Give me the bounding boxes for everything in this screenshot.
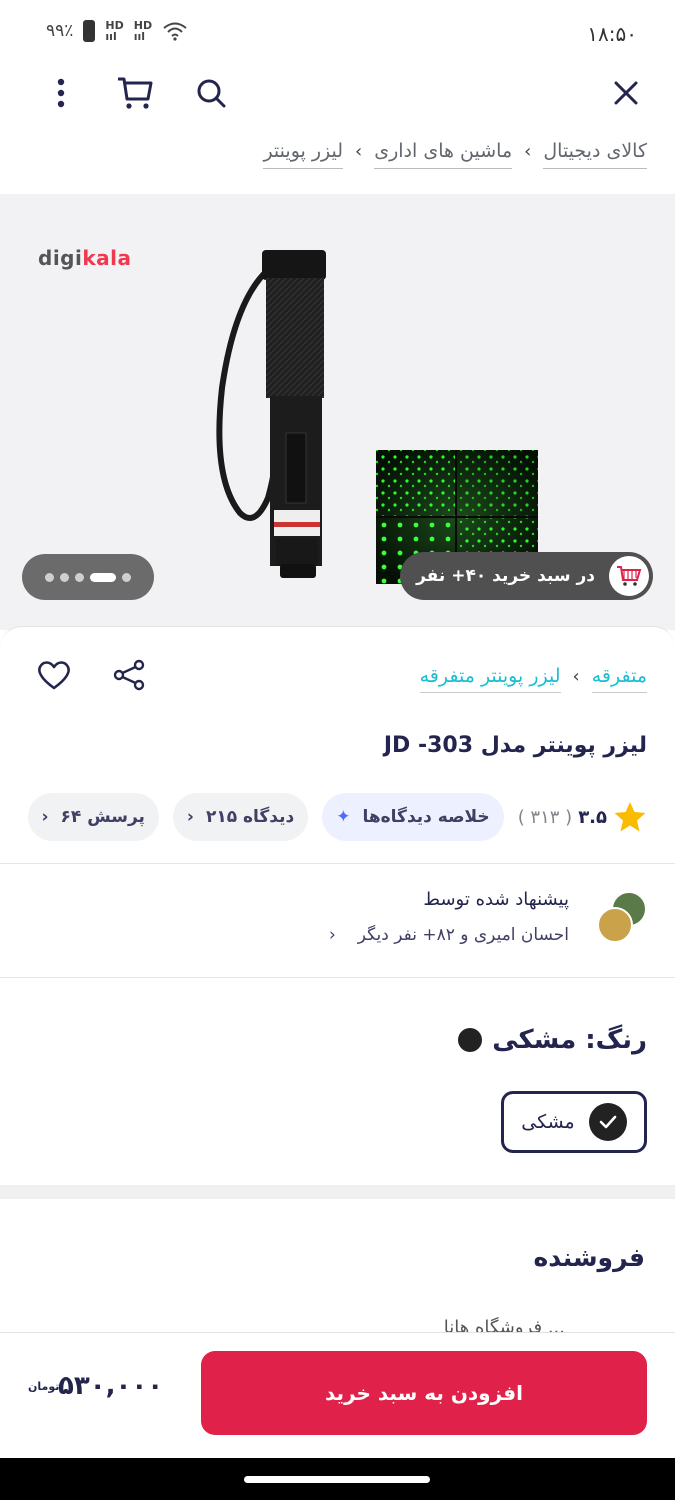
- status-bar: ۹۹٪ HD ııl HD ııl ۱۸:۵۰: [0, 0, 675, 62]
- top-toolbar: [0, 62, 675, 124]
- category-breadcrumb: متفرقه ‹ لیزر پوینتر متفرقه: [419, 665, 647, 693]
- more-options-button[interactable]: [40, 72, 82, 114]
- product-image: [216, 250, 538, 584]
- close-icon: [614, 81, 638, 105]
- rating-count: ( ۳۱۳ ): [517, 806, 573, 828]
- product-info-sheet: متفرقه ‹ لیزر پوینتر متفرقه لیزر پوینتر …: [0, 626, 675, 1366]
- search-icon: [197, 79, 226, 108]
- rating[interactable]: ۳.۵ ( ۳۱۳ ): [518, 801, 647, 833]
- reviews-summary-chip[interactable]: خلاصه دیدگاه‌ها ✦: [322, 793, 504, 841]
- pager-dot-active: [90, 572, 116, 582]
- search-button[interactable]: [190, 72, 232, 114]
- breadcrumb-item[interactable]: کالای دیجیتال: [543, 140, 647, 169]
- battery-icon: [83, 20, 96, 42]
- system-nav-bar: [0, 1458, 675, 1500]
- section-separator: [0, 1185, 675, 1199]
- reviews-summary-label: خلاصه دیدگاه‌ها: [362, 807, 490, 827]
- divider: [0, 977, 675, 978]
- signal-icon: HD ııl: [105, 19, 124, 43]
- breadcrumb-item[interactable]: لیزر پوینتر: [263, 140, 344, 169]
- check-icon: [588, 1103, 627, 1141]
- product-meta-chips: ۳.۵ ( ۳۱۳ ) خلاصه دیدگاه‌ها ✦ ۲۱۵ دیدگاه…: [27, 793, 647, 841]
- chevron-left-icon: ‹: [572, 666, 580, 687]
- star-icon: [614, 802, 646, 832]
- currency-label: تومان: [28, 1379, 60, 1393]
- recommended-by-row[interactable]: پیشنهاد شده توسط احسان امیری و ۸۲+ نفر د…: [27, 889, 647, 979]
- share-icon: [113, 659, 145, 691]
- sparkle-icon: ✦: [336, 807, 351, 827]
- add-to-cart-button[interactable]: افزودن به سبد خرید: [201, 1351, 647, 1435]
- pager-dot: [60, 572, 69, 582]
- comments-label: ۲۱۵ دیدگاه: [205, 807, 295, 827]
- status-icons: ۹۹٪ HD ııl HD ııl: [46, 20, 188, 42]
- seller-heading: فروشنده: [533, 1243, 645, 1272]
- avatar: [597, 907, 633, 943]
- category-link[interactable]: لیزر پوینتر متفرقه: [419, 665, 561, 693]
- close-button[interactable]: [605, 72, 647, 114]
- battery-percent: ۹۹٪: [46, 21, 74, 41]
- price-amount: ۵۳۰,۰۰۰: [58, 1371, 164, 1401]
- image-pager[interactable]: [22, 554, 154, 600]
- avatar-stack: [597, 891, 647, 947]
- selected-color: رنگ: مشکی: [458, 1025, 647, 1055]
- color-option-label: مشکی: [521, 1111, 575, 1133]
- category-link[interactable]: متفرقه: [591, 665, 647, 693]
- favorite-button[interactable]: [36, 659, 72, 695]
- bottom-action-bar: افزودن به سبد خرید تومان ۵۳۰,۰۰۰: [0, 1332, 675, 1458]
- breadcrumb-item[interactable]: ماشین های اداری: [374, 140, 513, 169]
- more-vert-icon: [57, 78, 65, 108]
- wifi-icon: [163, 22, 187, 41]
- cart-icon: [118, 77, 153, 109]
- signal-icon: HD ııl: [133, 19, 153, 43]
- breadcrumb: کالای دیجیتال ‹ ماشین های اداری ‹ لیزر پ…: [263, 140, 647, 169]
- home-handle[interactable]: [244, 1476, 430, 1483]
- cart-button[interactable]: [114, 72, 156, 114]
- comments-chip[interactable]: ۲۱۵ دیدگاه ›: [172, 793, 309, 841]
- color-swatch: [458, 1028, 483, 1052]
- color-option-black[interactable]: مشکی: [501, 1091, 647, 1153]
- product-gallery[interactable]: digikala در سبد خرید ۴۰+ نفر: [0, 194, 675, 630]
- share-button[interactable]: [112, 659, 146, 695]
- questions-label: ۶۴ پرسش: [60, 807, 145, 827]
- chevron-left-icon: ‹: [524, 141, 532, 162]
- pager-dot: [122, 572, 131, 582]
- clock: ۱۸:۵۰: [587, 22, 637, 46]
- chevron-left-icon: ‹: [355, 141, 363, 162]
- price: تومان ۵۳۰,۰۰۰: [28, 1371, 163, 1401]
- pager-dot: [45, 572, 54, 582]
- product-title: لیزر پوینتر مدل JD -303: [383, 733, 647, 758]
- heart-icon: [38, 661, 70, 690]
- chevron-left-icon: ›: [328, 925, 336, 945]
- divider: [0, 863, 675, 864]
- chevron-left-icon: ›: [186, 807, 194, 827]
- questions-chip[interactable]: ۶۴ پرسش ›: [27, 793, 159, 841]
- seller-name[interactable]: فروشگاه هانا ...: [444, 1317, 565, 1333]
- rating-score: ۳.۵: [578, 806, 607, 828]
- cart-icon: [609, 556, 649, 596]
- recommended-title: پیشنهاد شده توسط: [423, 889, 569, 910]
- brand-logo: digikala: [38, 246, 132, 270]
- in-cart-count-badge: در سبد خرید ۴۰+ نفر: [400, 552, 653, 600]
- chevron-left-icon: ›: [41, 807, 49, 827]
- recommended-by: احسان امیری و ۸۲+ نفر دیگر ›: [328, 925, 569, 945]
- pager-dot: [75, 572, 84, 582]
